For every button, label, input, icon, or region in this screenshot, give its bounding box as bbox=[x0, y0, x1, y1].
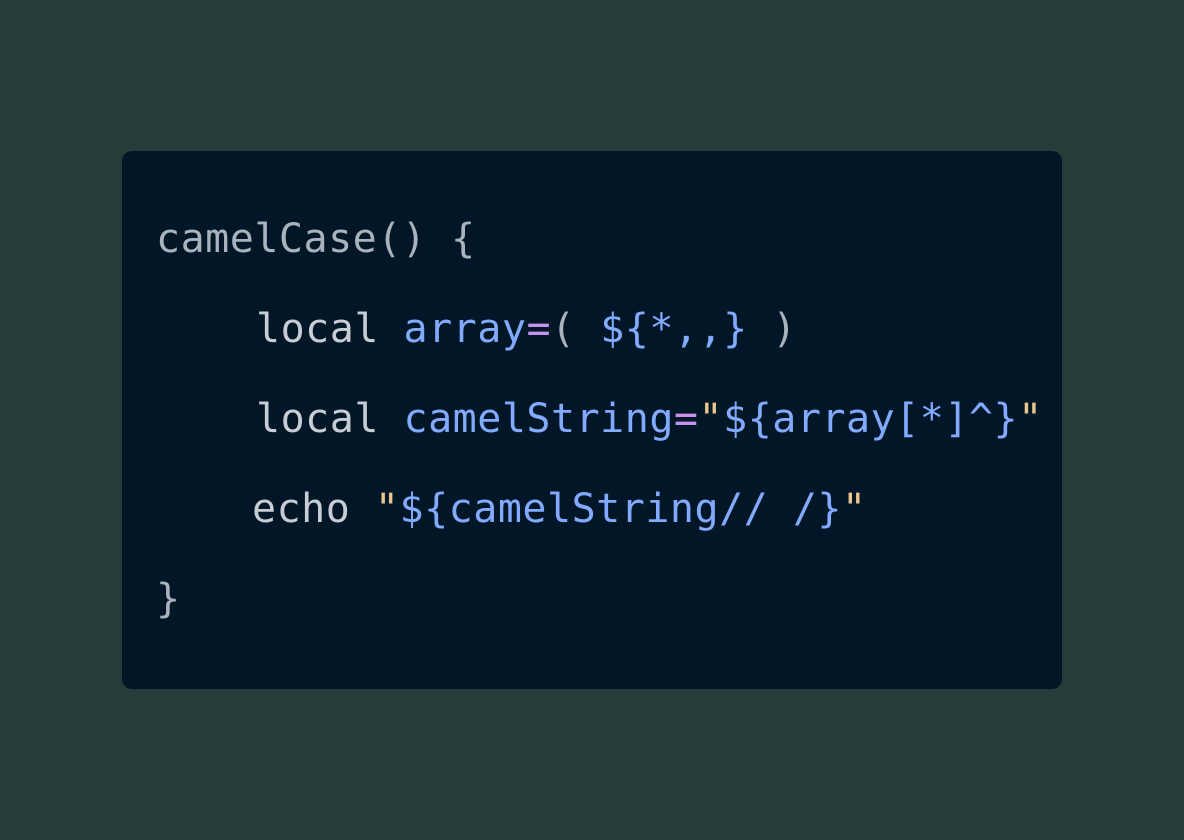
close-quote-token: " bbox=[1018, 396, 1043, 442]
space-removal-expansion-token: ${camelString// /} bbox=[399, 486, 842, 532]
local-keyword-token: local bbox=[256, 306, 379, 352]
local-keyword-token: local bbox=[256, 396, 379, 442]
array-variable-token: array bbox=[403, 306, 527, 352]
assign-operator-token: = bbox=[526, 306, 552, 352]
close-paren-token: ) bbox=[747, 306, 797, 352]
open-quote-token: " bbox=[698, 396, 724, 442]
function-brace-token: () { bbox=[377, 216, 476, 262]
assign-operator-token: = bbox=[673, 396, 699, 442]
function-name-token: camelCase bbox=[156, 216, 378, 262]
code-line-1: camelCase() { bbox=[156, 215, 476, 263]
open-quote-token: " bbox=[374, 486, 400, 532]
open-paren-token: ( bbox=[551, 306, 601, 352]
uppercase-expansion-token: ${array[*]^} bbox=[723, 396, 1019, 442]
camelstring-variable-token: camelString bbox=[403, 396, 674, 442]
code-line-2: local array=( ${*,,} ) bbox=[256, 305, 797, 353]
code-line-5: } bbox=[156, 575, 181, 623]
code-line-4: echo "${camelString// /}" bbox=[252, 485, 867, 533]
lowercase-expansion-token: ${*,,} bbox=[600, 306, 748, 352]
echo-keyword-token: echo bbox=[252, 486, 351, 532]
close-quote-token: " bbox=[842, 486, 867, 532]
code-line-3: local camelString="${array[*]^}" bbox=[256, 395, 1043, 443]
closing-brace-token: } bbox=[156, 576, 181, 622]
